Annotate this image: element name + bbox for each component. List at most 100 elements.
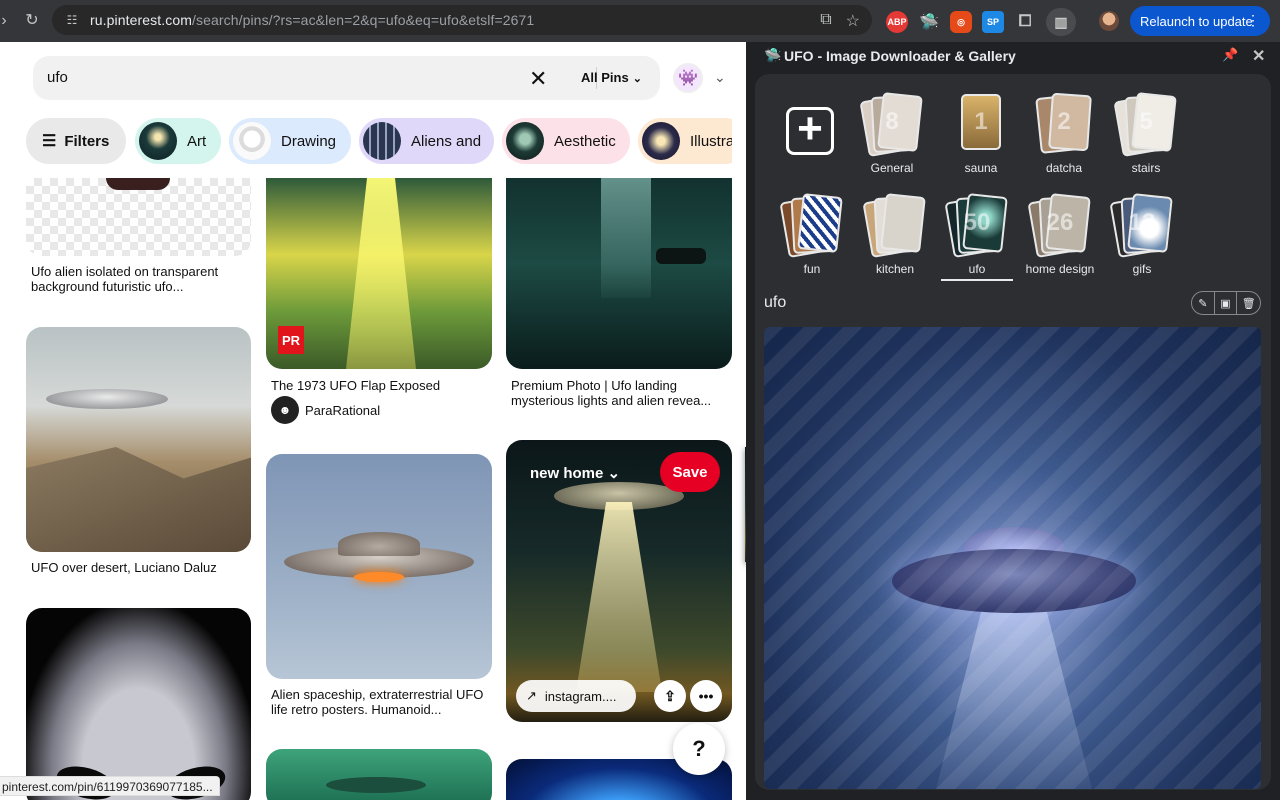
pin-image-ufo-alien-transparent[interactable] <box>26 178 251 256</box>
profile-avatar[interactable] <box>1099 11 1119 31</box>
album-datcha[interactable]: 2 datcha <box>1028 92 1100 184</box>
more-options-button[interactable]: ••• <box>690 680 722 712</box>
album-fun[interactable]: fun <box>776 193 848 285</box>
pin-image-green-ufo[interactable] <box>266 749 492 800</box>
save-button[interactable]: Save <box>660 452 720 492</box>
album-gifs[interactable]: 13 gifs <box>1106 193 1178 285</box>
save-disk-icon[interactable]: ▣ <box>1215 292 1238 314</box>
browser-toolbar: › ↻ ☷ ru.pinterest.com/search/pins/?rs=a… <box>0 0 1280 42</box>
album-stack <box>779 193 843 259</box>
extensions-puzzle-icon[interactable]: ⧠ <box>1014 11 1036 33</box>
ufo-extension-icon[interactable]: 🛸 <box>918 11 940 33</box>
album-label: gifs <box>1132 262 1152 276</box>
pin-image-ufo-landing[interactable] <box>506 178 732 369</box>
album-label: General <box>870 161 914 175</box>
album-ufo[interactable]: 50 ufo <box>941 193 1013 285</box>
close-icon[interactable]: ✕ <box>1252 46 1265 66</box>
user-avatar[interactable]: 👾 <box>673 63 703 93</box>
album-count: 5 <box>1139 108 1153 135</box>
album-label: sauna <box>964 161 998 175</box>
chevron-down-icon: ⌄ <box>607 465 621 482</box>
chip-thumbnail <box>642 122 680 160</box>
chip-thumbnail <box>506 122 544 160</box>
chip-art[interactable]: Art <box>135 118 221 164</box>
pin-image-ufo-desert[interactable] <box>26 327 251 552</box>
album-count: 1 <box>974 108 988 135</box>
drop-zone-overlay <box>764 327 1261 789</box>
album-sauna[interactable]: 1 sauna <box>945 94 1017 184</box>
album-kitchen[interactable]: kitchen <box>859 193 931 285</box>
arrow-up-right-icon: ↗ <box>526 688 537 703</box>
pin-image-1973-ufo-flap[interactable]: PR <box>266 178 492 369</box>
search-scope-dropdown[interactable]: All Pins ⌄ <box>581 70 642 85</box>
edit-icon[interactable]: ✎ <box>1192 292 1215 314</box>
pin-title[interactable]: The 1973 UFO Flap Exposed <box>271 378 497 393</box>
sp-extension-icon[interactable]: SP <box>982 11 1004 33</box>
album-stack <box>862 193 926 259</box>
chip-thumbnail <box>139 122 177 160</box>
pin-grid: Ufo alien isolated on transparent backgr… <box>0 178 746 800</box>
help-button[interactable]: ? <box>673 723 725 775</box>
menu-dots-icon[interactable]: ⋮ <box>1246 12 1260 29</box>
pin-creator[interactable]: ☻ ParaRational <box>271 396 380 424</box>
chip-drawing[interactable]: Drawing <box>229 118 351 164</box>
clear-search-icon[interactable]: ✕ <box>529 66 547 92</box>
album-count: 50 <box>963 209 991 236</box>
pinterest-page: ufo ✕ All Pins ⌄ 👾 ⌄ ☰ Filters Art Drawin… <box>0 42 746 800</box>
pin-title[interactable]: Premium Photo | Ufo landing mysterious l… <box>511 378 737 408</box>
chip-illustration[interactable]: Illustra <box>638 118 732 164</box>
chevron-down-icon: ⌄ <box>632 73 642 85</box>
url-text[interactable]: ru.pinterest.com/search/pins/?rs=ac&len=… <box>90 12 534 28</box>
board-selector[interactable]: new home ⌄ <box>530 464 620 482</box>
pin-image-alien-face[interactable] <box>26 608 251 800</box>
chip-thumbnail <box>233 122 271 160</box>
adblock-icon[interactable]: ABP <box>886 11 908 33</box>
album-label: kitchen <box>875 262 915 276</box>
album-stairs[interactable]: 5 stairs <box>1110 92 1182 184</box>
pr-badge: PR <box>278 326 304 354</box>
extension-side-panel: 🛸 UFO - Image Downloader & Gallery 📌 ✕ +… <box>746 42 1280 800</box>
reload-icon[interactable]: ↻ <box>20 10 44 30</box>
filters-button[interactable]: ☰ Filters <box>26 118 126 164</box>
chip-thumbnail <box>363 122 401 160</box>
source-link[interactable]: ↗ instagram.... <box>516 680 636 712</box>
album-general[interactable]: 8 General <box>856 92 928 184</box>
pin-title[interactable]: Ufo alien isolated on transparent backgr… <box>31 264 257 294</box>
album-count: 13 <box>1128 209 1156 236</box>
album-label: fun <box>803 262 821 276</box>
chip-aliens-and[interactable]: Aliens and <box>359 118 494 164</box>
record-extension-icon[interactable]: ◎ <box>950 11 972 33</box>
side-panel-header: 🛸 UFO - Image Downloader & Gallery 📌 ✕ <box>746 42 1280 70</box>
gallery-container: + 8 General 1 sauna 2 datcha 5 stairs fu… <box>755 74 1271 790</box>
album-label: ufo <box>968 262 986 276</box>
search-input[interactable]: ufo <box>47 69 68 86</box>
creator-avatar: ☻ <box>271 396 299 424</box>
bookmark-star-icon[interactable]: ☆ <box>846 11 860 31</box>
pin-image-ufo-forest-hover[interactable]: new home ⌄ Save ↗ instagram.... ⇪ ••• <box>506 440 732 722</box>
trash-icon[interactable]: 🗑 <box>1237 292 1260 314</box>
pin-image-alien-spaceship[interactable] <box>266 454 492 679</box>
pin-title[interactable]: Alien spaceship, extraterrestrial UFO li… <box>271 687 497 717</box>
search-box[interactable]: ufo ✕ All Pins ⌄ <box>33 56 660 100</box>
account-chevron-icon[interactable]: ⌄ <box>714 69 726 86</box>
address-bar[interactable]: ☷ ru.pinterest.com/search/pins/?rs=ac&le… <box>52 5 872 35</box>
share-button[interactable]: ⇪ <box>654 680 686 712</box>
gallery-title: ufo <box>764 294 787 311</box>
add-album-button[interactable]: + <box>786 107 834 155</box>
status-bar-url: pinterest.com/pin/6119970369077185... <box>0 776 220 796</box>
install-app-icon[interactable]: ⧉ <box>820 11 831 31</box>
album-count: 26 <box>1046 209 1074 236</box>
guide-chips: ☰ Filters Art Drawing Aliens and Aesthet… <box>26 118 732 164</box>
forward-icon[interactable]: › <box>0 12 16 30</box>
album-label: datcha <box>1045 161 1083 175</box>
pin-panel-icon[interactable]: 📌 <box>1222 47 1238 63</box>
album-home-design[interactable]: 26 home design <box>1024 193 1096 285</box>
site-info-icon[interactable]: ☷ <box>64 12 80 28</box>
active-album-indicator <box>941 279 1013 281</box>
pin-title[interactable]: UFO over desert, Luciano Daluz <box>31 560 257 575</box>
side-panel-toggle-icon[interactable]: ▥ <box>1046 8 1076 36</box>
image-preview[interactable] <box>764 327 1261 789</box>
chip-aesthetic[interactable]: Aesthetic <box>502 118 630 164</box>
album-label: stairs <box>1131 161 1161 175</box>
relaunch-button[interactable]: Relaunch to update ⋮ <box>1130 6 1270 36</box>
